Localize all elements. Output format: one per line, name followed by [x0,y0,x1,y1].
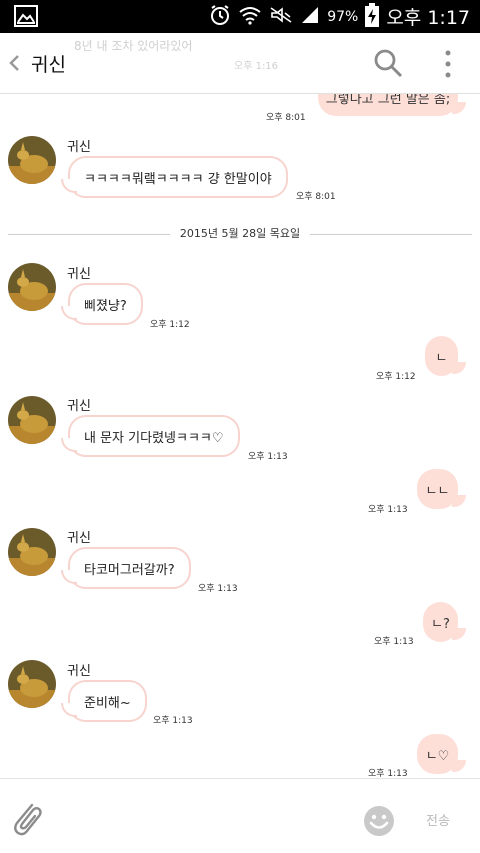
outgoing-message-bubble[interactable]: ㄴ? [423,602,466,642]
message-time: 오후 8:01 [296,192,336,202]
message-time: 오후 1:13 [368,505,408,515]
message-text: 타코머그러갈까? [84,562,175,578]
message-time: 오후 8:01 [266,113,306,123]
sender-name: 귀신 [67,664,91,679]
contact-avatar[interactable] [8,396,56,444]
message-text: 내 문자 기다렸넹ㅋㅋㅋ♡ [84,430,224,446]
contact-avatar[interactable] [8,528,56,576]
status-bar: 97% 오후 1:17 [0,0,480,33]
sender-name: 귀신 [67,140,91,155]
message-text: 준비해~ [84,695,131,711]
outgoing-message-bubble[interactable]: 그렇다고 그런 말은 좀; [318,94,466,116]
incoming-message-bubble[interactable]: 삐졌냥? [61,283,143,325]
incoming-message-bubble[interactable]: ㅋㅋㅋㅋ뭐랰ㅋㅋㅋㅋ 걍 한말이야 [61,156,288,198]
chat-title: 귀신 [31,54,66,76]
wifi-icon [238,5,262,29]
avatar-image [8,660,56,708]
message-time: 오후 1:13 [374,637,414,647]
send-button[interactable]: 전송 [426,810,450,829]
message-time: 오후 1:13 [153,716,193,726]
alarm-icon [209,4,231,30]
incoming-message-bubble[interactable]: 준비해~ [61,680,147,722]
message-list[interactable]: 그렇다고 그런 말은 좀; 오후 8:01 귀신 ㅋㅋㅋㅋ뭐랰ㅋㅋㅋㅋ 걍 한말… [0,94,480,778]
message-time: 오후 1:13 [248,452,288,462]
faded-message-time: 오후 1:16 [234,61,279,72]
search-icon [374,49,403,78]
message-text: ㄴ♡ [425,748,450,764]
smiley-icon [364,806,394,836]
overflow-menu-button[interactable] [438,47,458,81]
message-text: 그렇다고 그런 말은 좀; [325,94,451,107]
message-time: 오후 1:12 [376,372,416,382]
faded-message-preview: 8년 내 조차 있어라있어 [74,39,193,53]
date-divider-text: 2015년 5월 28일 목요일 [169,227,311,240]
sender-name: 귀신 [67,267,91,282]
message-time: 오후 1:13 [198,584,238,594]
outgoing-message-bubble[interactable]: ㄴ [425,336,466,376]
avatar-image [8,136,56,184]
contact-avatar[interactable] [8,660,56,708]
contact-avatar[interactable] [8,263,56,311]
message-text: ㄴㄴ [425,483,450,499]
avatar-image [8,263,56,311]
date-divider: 2015년 5월 28일 목요일 [0,225,480,241]
message-time: 오후 1:12 [150,320,190,330]
battery-charging-icon [365,2,380,31]
message-text: ㄴ [435,350,448,366]
attach-button[interactable] [8,797,44,839]
message-text: ㅋㅋㅋㅋ뭐랰ㅋㅋㅋㅋ 걍 한말이야 [84,171,272,187]
status-clock: 오후 1:17 [386,7,470,29]
message-time: 오후 1:13 [368,769,408,778]
incoming-message-bubble[interactable]: 내 문자 기다렸넹ㅋㅋㅋ♡ [61,415,240,457]
message-text: ㄴ? [431,616,450,632]
avatar-image [8,528,56,576]
message-input-bar[interactable]: 전송 [0,778,480,853]
battery-percent: 97% [327,8,359,25]
incoming-message-bubble[interactable]: 타코머그러갈까? [61,547,191,589]
signal-icon [300,5,320,29]
sender-name: 귀신 [67,531,91,546]
sender-name: 귀신 [67,399,91,414]
paperclip-icon [14,803,42,836]
outgoing-message-bubble[interactable]: ㄴ♡ [417,734,466,774]
outgoing-message-bubble[interactable]: ㄴㄴ [417,469,466,509]
back-button[interactable] [6,48,24,78]
avatar-image [8,396,56,444]
contact-avatar[interactable] [8,136,56,184]
emoticon-button[interactable] [362,804,396,838]
mute-icon [269,5,293,29]
chat-screen: 97% 오후 1:17 8년 내 조차 있어라있어 오후 1:16 귀신 그렇다… [0,0,480,853]
search-button[interactable] [372,47,404,79]
gallery-notification-icon [14,5,38,27]
message-text: 삐졌냥? [84,298,127,314]
chevron-left-icon [9,55,19,71]
more-vertical-icon [445,50,451,78]
chat-header: 8년 내 조차 있어라있어 오후 1:16 귀신 [0,33,480,94]
